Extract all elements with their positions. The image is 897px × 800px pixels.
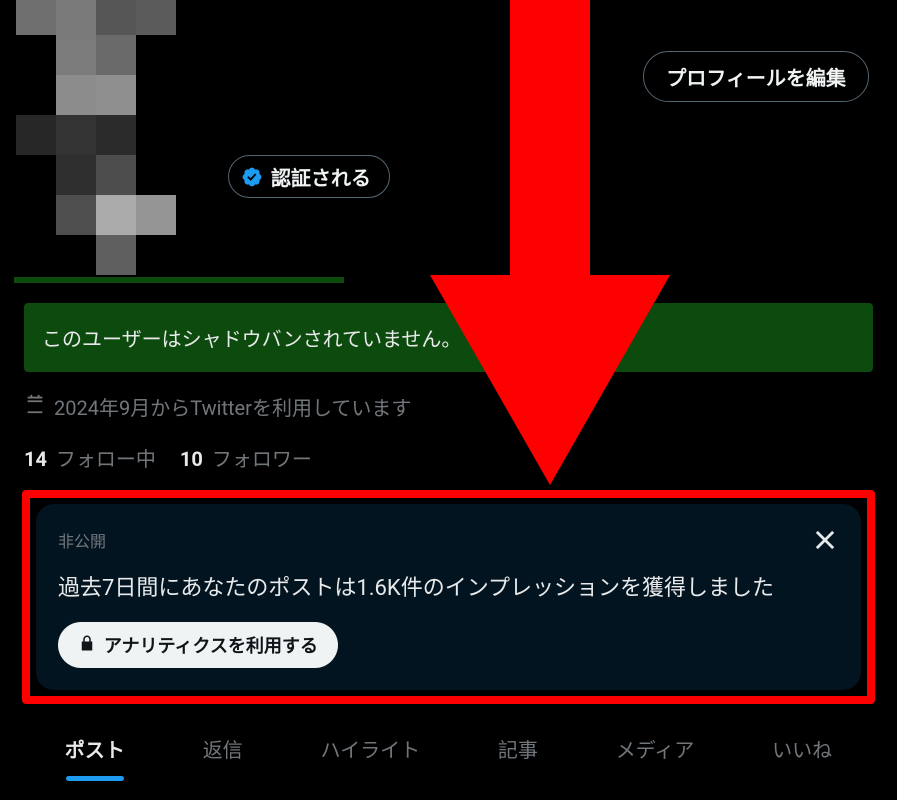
shadowban-message: このユーザーはシャドウバンされていません。 bbox=[42, 327, 461, 351]
tab-posts[interactable]: ポスト bbox=[59, 718, 131, 779]
profile-tabs: ポスト 返信 ハイライト 記事 メディア いいね bbox=[16, 718, 881, 779]
profile-avatar[interactable] bbox=[16, 0, 216, 275]
tab-replies[interactable]: 返信 bbox=[197, 718, 249, 779]
shadowban-status-banner: このユーザーはシャドウバンされていません。 bbox=[24, 303, 873, 372]
analytics-card: 非公開 過去7日間にあなたのポストは1.6K件のインプレッションを獲得しました … bbox=[36, 504, 861, 690]
tab-articles[interactable]: 記事 bbox=[492, 718, 544, 779]
following-label: フォロー中 bbox=[56, 447, 156, 471]
calendar-icon bbox=[24, 393, 46, 420]
followers-count: 10 bbox=[180, 447, 203, 471]
highlight-box: 非公開 過去7日間にあなたのポストは1.6K件のインプレッションを獲得しました … bbox=[22, 490, 875, 704]
lock-icon bbox=[78, 634, 96, 657]
close-icon[interactable] bbox=[811, 526, 839, 554]
following-link[interactable]: 14 フォロー中 bbox=[24, 443, 156, 472]
tab-highlights[interactable]: ハイライト bbox=[314, 718, 426, 779]
tab-label: いいね bbox=[772, 738, 832, 762]
analytics-button-label: アナリティクスを利用する bbox=[104, 632, 318, 658]
analytics-private-label: 非公開 bbox=[58, 528, 839, 552]
get-verified-button[interactable]: 認証される bbox=[228, 155, 390, 198]
tab-label: ハイライト bbox=[320, 738, 420, 762]
analytics-summary: 過去7日間にあなたのポストは1.6K件のインプレッションを獲得しました bbox=[58, 570, 839, 602]
tab-label: 返信 bbox=[203, 738, 243, 762]
edit-profile-label: プロフィールを編集 bbox=[666, 68, 846, 90]
followers-link[interactable]: 10 フォロワー bbox=[180, 443, 312, 472]
tab-media[interactable]: メディア bbox=[610, 718, 701, 779]
tab-label: ポスト bbox=[65, 738, 125, 762]
follow-stats: 14 フォロー中 10 フォロワー bbox=[24, 443, 873, 472]
join-date-text: 2024年9月からTwitterを利用しています bbox=[54, 392, 411, 421]
analytics-button[interactable]: アナリティクスを利用する bbox=[58, 622, 338, 668]
tab-likes[interactable]: いいね bbox=[766, 718, 838, 779]
get-verified-label: 認証される bbox=[271, 162, 371, 191]
name-underline bbox=[14, 277, 344, 283]
verified-badge-icon bbox=[241, 166, 263, 188]
tab-label: メディア bbox=[616, 738, 695, 762]
tab-label: 記事 bbox=[498, 738, 538, 762]
join-date: 2024年9月からTwitterを利用しています bbox=[24, 392, 873, 421]
followers-label: フォロワー bbox=[212, 447, 312, 471]
following-count: 14 bbox=[24, 447, 47, 471]
edit-profile-button[interactable]: プロフィールを編集 bbox=[643, 51, 869, 102]
